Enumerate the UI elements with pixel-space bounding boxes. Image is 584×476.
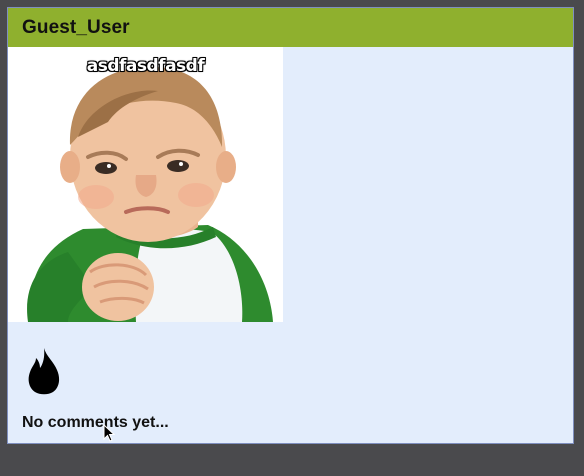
baby-fist-image <box>8 47 283 322</box>
post-card: Guest_User asdfasdfasdf No comments yet.… <box>7 7 574 444</box>
meme-image: asdfasdfasdf <box>8 47 283 322</box>
meme-caption: asdfasdfasdf <box>86 56 205 76</box>
post-username: Guest_User <box>22 16 130 38</box>
post-header: Guest_User <box>8 8 573 47</box>
flame-icon[interactable] <box>24 346 64 396</box>
comments-empty-message: No comments yet... <box>22 414 169 431</box>
